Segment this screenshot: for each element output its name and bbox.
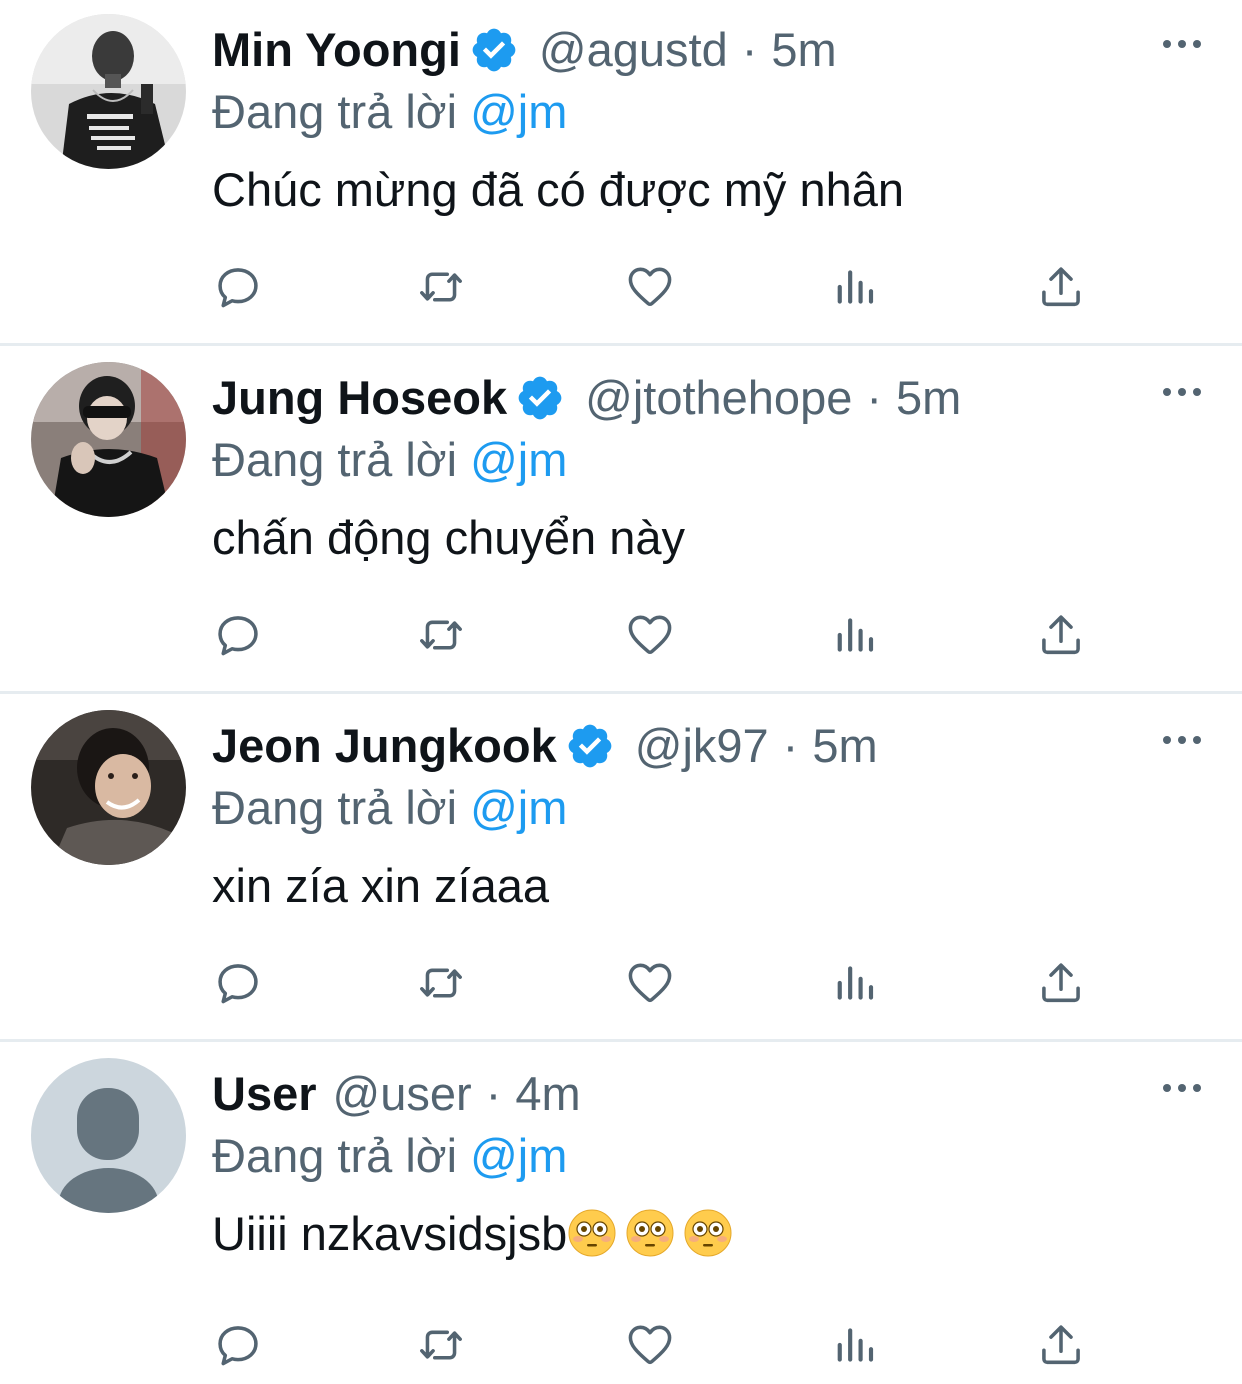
action-bar xyxy=(0,958,1242,1008)
display-name[interactable]: Jung Hoseok xyxy=(212,370,507,426)
separator: · xyxy=(741,23,758,76)
user-handle[interactable]: @agustd xyxy=(539,22,728,78)
views-icon[interactable] xyxy=(831,262,881,312)
mention-link[interactable]: @jm xyxy=(470,85,567,138)
verified-badge-icon xyxy=(469,25,519,75)
views-icon[interactable] xyxy=(831,1320,881,1370)
views-icon[interactable] xyxy=(831,610,881,660)
replying-to-label: Đang trả lời xyxy=(212,1129,458,1182)
action-bar xyxy=(0,610,1242,660)
avatar[interactable] xyxy=(31,362,186,517)
replying-to: Đang trả lời @jm xyxy=(212,432,567,488)
tweet-text-container: Uiiii nzkavsidsjsb xyxy=(212,1206,741,1262)
tweet-text: Chúc mừng đã có được mỹ nhân xyxy=(212,163,905,216)
retweet-icon[interactable] xyxy=(416,1320,466,1370)
timestamp[interactable]: 5m xyxy=(896,370,961,426)
user-handle[interactable]: @user xyxy=(333,1066,472,1122)
tweet-header: Min Yoongi @agustd · 5m xyxy=(212,22,1122,78)
reply-icon[interactable] xyxy=(213,610,263,660)
share-icon[interactable] xyxy=(1036,1320,1086,1370)
reply-icon[interactable] xyxy=(213,958,263,1008)
heart-icon[interactable] xyxy=(625,1320,675,1370)
default-avatar-icon[interactable] xyxy=(31,1058,186,1213)
flushed-face-emoji-icon xyxy=(625,1208,675,1258)
display-name[interactable]: Jeon Jungkook xyxy=(212,718,557,774)
more-options-icon[interactable] xyxy=(1160,728,1204,752)
heart-icon[interactable] xyxy=(625,958,675,1008)
flushed-face-emoji-icon xyxy=(567,1208,617,1258)
tweet-header: Jeon Jungkook @jk97 · 5m xyxy=(212,718,1122,774)
replying-to-label: Đang trả lời xyxy=(212,85,458,138)
user-handle[interactable]: @jtothehope xyxy=(585,370,852,426)
timestamp[interactable]: 5m xyxy=(812,718,877,774)
reply-icon[interactable] xyxy=(213,1320,263,1370)
more-options-icon[interactable] xyxy=(1160,1076,1204,1100)
more-options-icon[interactable] xyxy=(1160,32,1204,56)
flushed-face-emoji-icon xyxy=(683,1208,733,1258)
verified-badge-icon xyxy=(565,721,615,771)
replying-to: Đang trả lời @jm xyxy=(212,1128,567,1184)
avatar[interactable] xyxy=(31,14,186,169)
reply-icon[interactable] xyxy=(213,262,263,312)
separator: · xyxy=(866,371,883,424)
replying-to-label: Đang trả lời xyxy=(212,433,458,486)
heart-icon[interactable] xyxy=(625,262,675,312)
mention-link[interactable]: @jm xyxy=(470,433,567,486)
retweet-icon[interactable] xyxy=(416,958,466,1008)
replying-to: Đang trả lời @jm xyxy=(212,84,567,140)
display-name[interactable]: Min Yoongi xyxy=(212,22,461,78)
views-icon[interactable] xyxy=(831,958,881,1008)
retweet-icon[interactable] xyxy=(416,610,466,660)
tweet-text: xin zía xin zíaaa xyxy=(212,859,550,912)
action-bar xyxy=(0,1320,1242,1370)
timestamp[interactable]: 5m xyxy=(771,22,836,78)
replying-to-label: Đang trả lời xyxy=(212,781,458,834)
separator: · xyxy=(782,719,799,772)
replies-timeline: Min Yoongi @agustd · 5m Đang trả lời @jm… xyxy=(0,0,1242,1384)
share-icon[interactable] xyxy=(1036,262,1086,312)
action-bar xyxy=(0,262,1242,312)
retweet-icon[interactable] xyxy=(416,262,466,312)
avatar[interactable] xyxy=(31,710,186,865)
timestamp[interactable]: 4m xyxy=(515,1066,580,1122)
tweet-header: User @user · 4m xyxy=(212,1066,1122,1122)
tweet[interactable]: Min Yoongi @agustd · 5m Đang trả lời @jm… xyxy=(0,0,1242,346)
separator: · xyxy=(485,1067,502,1120)
tweet[interactable]: Jeon Jungkook @jk97 · 5m Đang trả lời @j… xyxy=(0,696,1242,1042)
replying-to: Đang trả lời @jm xyxy=(212,780,567,836)
tweet-header: Jung Hoseok @jtothehope · 5m xyxy=(212,370,1122,426)
tweet[interactable]: User @user · 4m Đang trả lời @jm Uiiii n… xyxy=(0,1044,1242,1384)
mention-link[interactable]: @jm xyxy=(470,781,567,834)
tweet-text: chấn động chuyển này xyxy=(212,511,685,564)
user-handle[interactable]: @jk97 xyxy=(635,718,769,774)
share-icon[interactable] xyxy=(1036,958,1086,1008)
tweet-text: Uiiii nzkavsidsjsb xyxy=(212,1207,568,1260)
mention-link[interactable]: @jm xyxy=(470,1129,567,1182)
tweet[interactable]: Jung Hoseok @jtothehope · 5m Đang trả lờ… xyxy=(0,348,1242,694)
verified-badge-icon xyxy=(515,373,565,423)
display-name[interactable]: User xyxy=(212,1066,317,1122)
heart-icon[interactable] xyxy=(625,610,675,660)
more-options-icon[interactable] xyxy=(1160,380,1204,404)
share-icon[interactable] xyxy=(1036,610,1086,660)
